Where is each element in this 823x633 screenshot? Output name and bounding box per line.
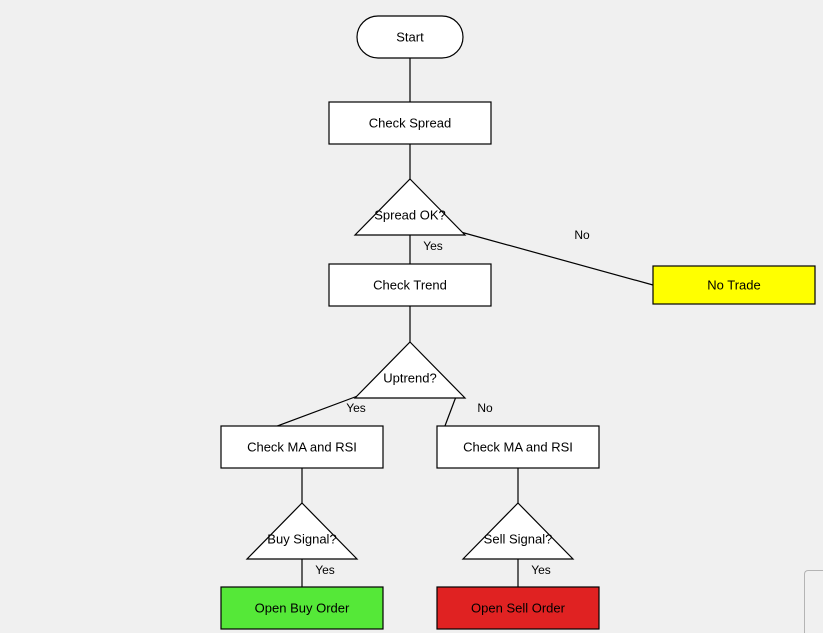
- node-sell-signal[interactable]: Sell Signal?: [461, 502, 575, 560]
- node-buy-signal[interactable]: Buy Signal?: [245, 502, 359, 560]
- node-spread-ok[interactable]: Spread OK?: [353, 178, 467, 236]
- node-label-start: Start: [396, 29, 424, 44]
- edge-label-uptrend-yes: Yes: [346, 401, 366, 415]
- node-label-no-trade: No Trade: [707, 277, 760, 292]
- node-no-trade[interactable]: No Trade: [652, 265, 816, 305]
- node-uptrend[interactable]: Uptrend?: [353, 341, 467, 399]
- node-check-trend[interactable]: Check Trend: [328, 263, 492, 307]
- edge-label-spread-ok-yes: Yes: [423, 239, 443, 253]
- node-label-sell-signal: Sell Signal?: [484, 531, 553, 546]
- node-label-ma-rsi-left: Check MA and RSI: [247, 439, 357, 454]
- node-label-ma-rsi-right: Check MA and RSI: [463, 439, 573, 454]
- node-label-check-trend: Check Trend: [373, 277, 447, 292]
- edge-label-uptrend-no: No: [477, 401, 493, 415]
- node-label-uptrend: Uptrend?: [383, 370, 436, 385]
- edge-label-spread-ok-no: No: [574, 228, 590, 242]
- edge-label-sell-signal-yes: Yes: [531, 563, 551, 577]
- node-ma-rsi-left[interactable]: Check MA and RSI: [220, 425, 384, 469]
- node-label-check-spread: Check Spread: [369, 115, 451, 130]
- node-label-open-buy: Open Buy Order: [255, 600, 350, 615]
- node-open-buy[interactable]: Open Buy Order: [220, 586, 384, 630]
- node-label-spread-ok: Spread OK?: [374, 207, 446, 222]
- scrollbar-corner[interactable]: [804, 570, 823, 633]
- node-label-open-sell: Open Sell Order: [471, 600, 566, 615]
- node-ma-rsi-right[interactable]: Check MA and RSI: [436, 425, 600, 469]
- edge-label-buy-signal-yes: Yes: [315, 563, 335, 577]
- node-check-spread[interactable]: Check Spread: [328, 101, 492, 145]
- node-start[interactable]: Start: [356, 15, 464, 59]
- flowchart-canvas: Start Check Spread Spread OK? No Trade Check…: [0, 0, 823, 633]
- node-open-sell[interactable]: Open Sell Order: [436, 586, 600, 630]
- flowchart-svg: Start Check Spread Spread OK? No Trade Check…: [220, 15, 816, 630]
- node-label-buy-signal: Buy Signal?: [267, 531, 336, 546]
